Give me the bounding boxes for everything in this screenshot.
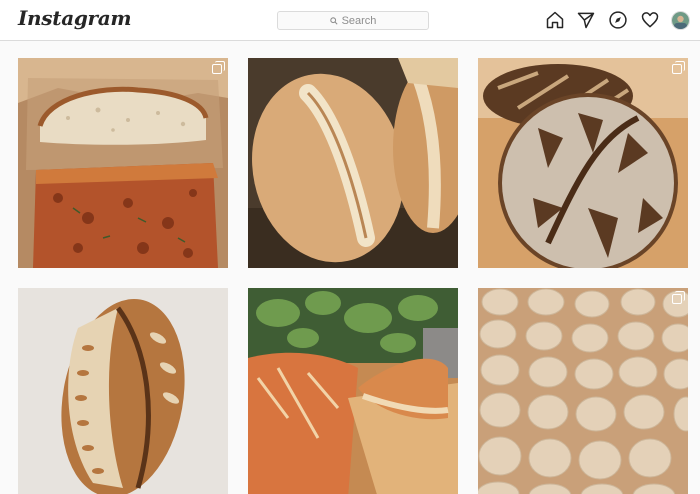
post-grid bbox=[0, 41, 700, 494]
post-image-focaccia bbox=[18, 58, 228, 268]
post-image-loaves-with-plants bbox=[248, 288, 458, 494]
post-image-dough-rounds bbox=[478, 288, 688, 494]
post-tile[interactable] bbox=[18, 58, 228, 268]
direct-message-icon[interactable] bbox=[576, 10, 596, 30]
search-input[interactable]: Search bbox=[277, 11, 429, 30]
search-icon bbox=[329, 16, 338, 25]
activity-heart-icon[interactable] bbox=[640, 10, 660, 30]
post-tile[interactable] bbox=[248, 58, 458, 268]
profile-avatar[interactable] bbox=[671, 11, 690, 30]
explore-icon[interactable] bbox=[608, 10, 628, 30]
post-tile[interactable] bbox=[478, 288, 688, 494]
home-icon[interactable] bbox=[545, 10, 565, 30]
post-tile[interactable] bbox=[18, 288, 228, 494]
instagram-logo[interactable]: Instagram bbox=[18, 6, 132, 30]
post-image-scored-loaves bbox=[248, 58, 458, 268]
multiple-images-icon bbox=[672, 61, 685, 74]
top-navigation-bar: Instagram Search bbox=[0, 0, 700, 41]
multiple-images-icon bbox=[212, 61, 225, 74]
post-tile[interactable] bbox=[248, 288, 458, 494]
post-tile[interactable] bbox=[478, 58, 688, 268]
search-placeholder: Search bbox=[341, 14, 377, 27]
post-image-floured-boule bbox=[478, 58, 688, 268]
post-image-wheat-sourdough bbox=[18, 288, 228, 494]
multiple-images-icon bbox=[672, 291, 685, 304]
